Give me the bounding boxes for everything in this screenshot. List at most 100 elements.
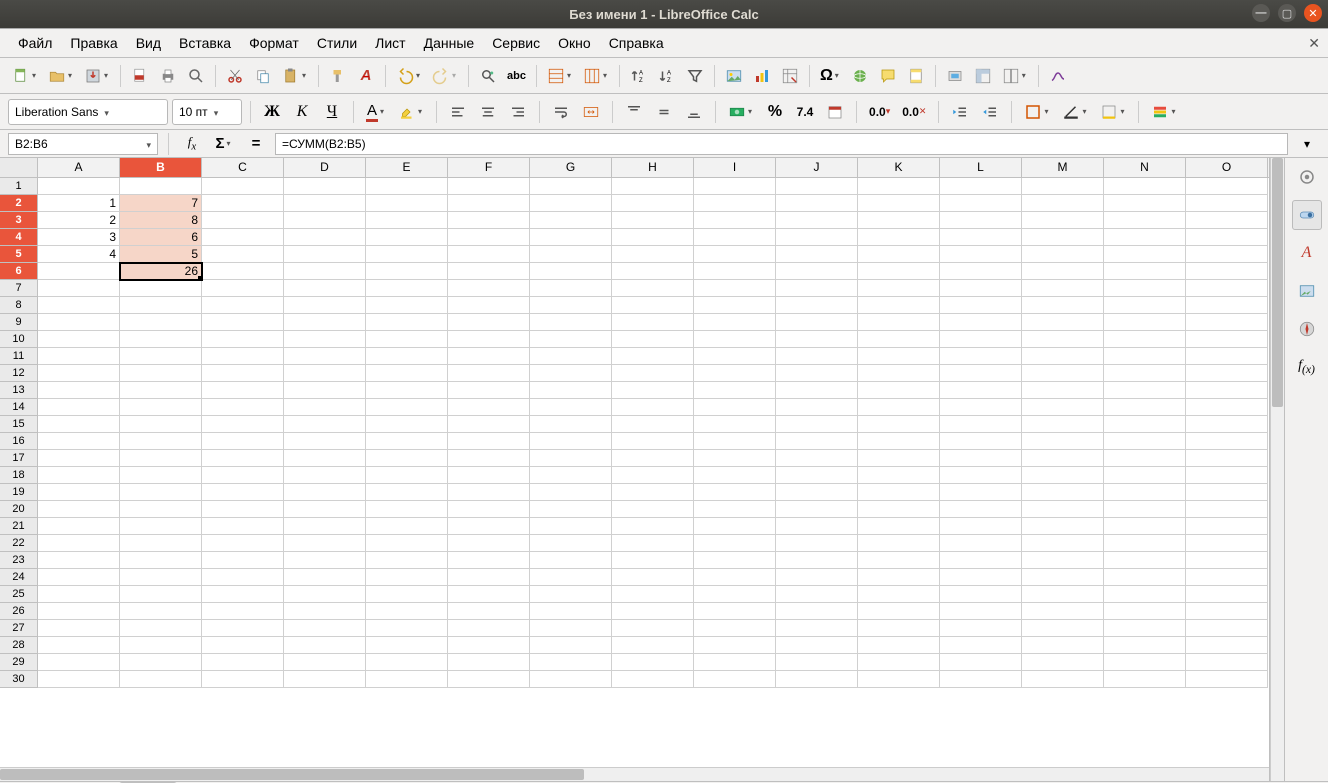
column-header-M[interactable]: M — [1022, 158, 1104, 177]
cell-E28[interactable] — [366, 637, 448, 654]
cell-I9[interactable] — [694, 314, 776, 331]
cell-L20[interactable] — [940, 501, 1022, 518]
cell-O21[interactable] — [1186, 518, 1268, 535]
cell-B1[interactable] — [120, 178, 202, 195]
cell-N10[interactable] — [1104, 331, 1186, 348]
cell-G2[interactable] — [530, 195, 612, 212]
cell-B10[interactable] — [120, 331, 202, 348]
cell-C29[interactable] — [202, 654, 284, 671]
align-right-button[interactable] — [505, 99, 531, 125]
redo-button[interactable] — [428, 63, 462, 89]
cell-F2[interactable] — [448, 195, 530, 212]
cell-A12[interactable] — [38, 365, 120, 382]
cell-E19[interactable] — [366, 484, 448, 501]
copy-button[interactable] — [250, 63, 276, 89]
cell-J17[interactable] — [776, 450, 858, 467]
cell-J1[interactable] — [776, 178, 858, 195]
cell-L4[interactable] — [940, 229, 1022, 246]
cell-F14[interactable] — [448, 399, 530, 416]
cell-H18[interactable] — [612, 467, 694, 484]
cell-K12[interactable] — [858, 365, 940, 382]
cell-I19[interactable] — [694, 484, 776, 501]
cell-F7[interactable] — [448, 280, 530, 297]
cell-A17[interactable] — [38, 450, 120, 467]
menu-styles[interactable]: Стили — [309, 31, 365, 55]
cell-H26[interactable] — [612, 603, 694, 620]
cell-E1[interactable] — [366, 178, 448, 195]
cell-J6[interactable] — [776, 263, 858, 280]
row-header-2[interactable]: 2 — [0, 195, 38, 212]
cell-F13[interactable] — [448, 382, 530, 399]
define-print-area-button[interactable] — [942, 63, 968, 89]
cell-L24[interactable] — [940, 569, 1022, 586]
cell-K25[interactable] — [858, 586, 940, 603]
cell-D18[interactable] — [284, 467, 366, 484]
cell-N7[interactable] — [1104, 280, 1186, 297]
cell-A16[interactable] — [38, 433, 120, 450]
cell-M22[interactable] — [1022, 535, 1104, 552]
cell-N18[interactable] — [1104, 467, 1186, 484]
cell-G7[interactable] — [530, 280, 612, 297]
cell-H25[interactable] — [612, 586, 694, 603]
cell-H6[interactable] — [612, 263, 694, 280]
row-header-21[interactable]: 21 — [0, 518, 38, 535]
italic-button[interactable]: К — [289, 99, 315, 125]
cell-I26[interactable] — [694, 603, 776, 620]
cell-K26[interactable] — [858, 603, 940, 620]
cell-A1[interactable] — [38, 178, 120, 195]
cell-K20[interactable] — [858, 501, 940, 518]
cell-L11[interactable] — [940, 348, 1022, 365]
sidebar-styles-button[interactable] — [1292, 200, 1322, 230]
cell-J27[interactable] — [776, 620, 858, 637]
row-header-26[interactable]: 26 — [0, 603, 38, 620]
cell-J13[interactable] — [776, 382, 858, 399]
cell-M5[interactable] — [1022, 246, 1104, 263]
cell-O1[interactable] — [1186, 178, 1268, 195]
cell-A10[interactable] — [38, 331, 120, 348]
sort-asc-button[interactable]: AZ — [626, 63, 652, 89]
cell-J19[interactable] — [776, 484, 858, 501]
bold-button[interactable]: Ж — [259, 99, 285, 125]
cell-C8[interactable] — [202, 297, 284, 314]
cell-E22[interactable] — [366, 535, 448, 552]
cell-G5[interactable] — [530, 246, 612, 263]
cell-F26[interactable] — [448, 603, 530, 620]
cell-O9[interactable] — [1186, 314, 1268, 331]
cell-K10[interactable] — [858, 331, 940, 348]
cell-C3[interactable] — [202, 212, 284, 229]
font-size-combo[interactable]: 10 пт — [172, 99, 242, 125]
cell-N26[interactable] — [1104, 603, 1186, 620]
cell-D7[interactable] — [284, 280, 366, 297]
cell-O24[interactable] — [1186, 569, 1268, 586]
font-color-button[interactable]: A — [362, 99, 390, 125]
cell-F9[interactable] — [448, 314, 530, 331]
cell-F6[interactable] — [448, 263, 530, 280]
cell-C20[interactable] — [202, 501, 284, 518]
cell-G18[interactable] — [530, 467, 612, 484]
comment-button[interactable] — [875, 63, 901, 89]
cell-B5[interactable]: 5 — [120, 246, 202, 263]
cell-K27[interactable] — [858, 620, 940, 637]
row-header-20[interactable]: 20 — [0, 501, 38, 518]
document-close-button[interactable]: ✕ — [1308, 35, 1320, 52]
cell-M14[interactable] — [1022, 399, 1104, 416]
row-header-15[interactable]: 15 — [0, 416, 38, 433]
cell-N3[interactable] — [1104, 212, 1186, 229]
cell-A27[interactable] — [38, 620, 120, 637]
cell-L27[interactable] — [940, 620, 1022, 637]
percent-button[interactable]: % — [762, 99, 788, 125]
cell-H13[interactable] — [612, 382, 694, 399]
cell-A28[interactable] — [38, 637, 120, 654]
cell-E29[interactable] — [366, 654, 448, 671]
cell-E25[interactable] — [366, 586, 448, 603]
cell-L2[interactable] — [940, 195, 1022, 212]
remove-decimal-button[interactable]: 0.0✕ — [898, 99, 930, 125]
column-header-E[interactable]: E — [366, 158, 448, 177]
cell-N29[interactable] — [1104, 654, 1186, 671]
cell-O13[interactable] — [1186, 382, 1268, 399]
number-format-button[interactable]: 7.4 — [792, 99, 818, 125]
cell-H28[interactable] — [612, 637, 694, 654]
spellcheck-button[interactable]: abc — [503, 63, 530, 89]
autofilter-button[interactable] — [682, 63, 708, 89]
draw-functions-button[interactable] — [1045, 63, 1071, 89]
